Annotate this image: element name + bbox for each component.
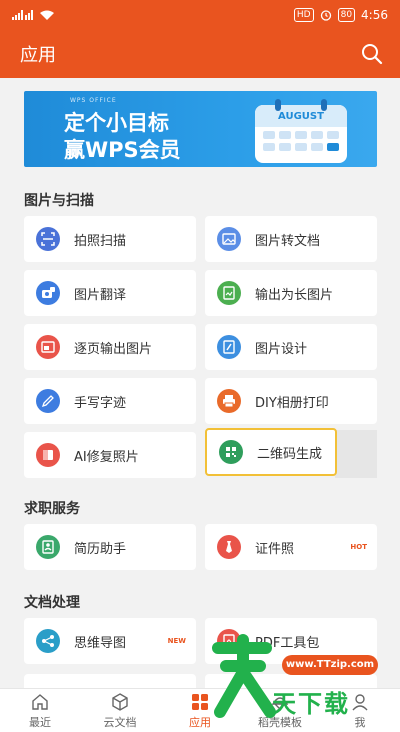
tool-mindmap[interactable]: 思维导图 NEW bbox=[24, 618, 196, 664]
tool-qrcode[interactable]: 二维码生成 bbox=[205, 428, 337, 476]
tool-resume[interactable]: 简历助手 bbox=[24, 524, 196, 570]
calendar-grid-icon bbox=[263, 131, 339, 151]
qrcode-icon bbox=[219, 440, 243, 464]
tool-album-print[interactable]: DIY相册打印 bbox=[205, 378, 377, 424]
tool-scan[interactable]: 拍照扫描 bbox=[24, 216, 196, 262]
translate-icon bbox=[36, 281, 60, 305]
tie-icon bbox=[217, 535, 241, 559]
pen-icon bbox=[36, 389, 60, 413]
tool-image-design-label: 图片设计 bbox=[255, 341, 308, 357]
promo-banner[interactable]: WPS OFFICE 定个小目标 赢WPS会员 AUGUST bbox=[24, 91, 377, 167]
tool-handwriting-label: 手写字迹 bbox=[74, 395, 127, 411]
alarm-icon bbox=[320, 10, 331, 21]
tool-mindmap-label: 思维导图 bbox=[74, 635, 127, 651]
tool-image-translate[interactable]: 图片翻译 bbox=[24, 270, 196, 316]
wifi-icon bbox=[40, 10, 54, 20]
status-time: 4:56 bbox=[361, 8, 388, 22]
page-image-icon bbox=[36, 335, 60, 359]
resume-icon bbox=[36, 535, 60, 559]
ai-repair-icon bbox=[36, 443, 60, 467]
search-icon[interactable] bbox=[360, 42, 384, 66]
tool-album-print-label: DIY相册打印 bbox=[255, 395, 329, 411]
tool-scan-label: 拍照扫描 bbox=[74, 233, 127, 249]
tool-id-photo-label: 证件照 bbox=[255, 541, 295, 557]
nav-recent-label: 最近 bbox=[29, 715, 51, 729]
scan-icon bbox=[36, 227, 60, 251]
watermark-text: 天下载 bbox=[272, 690, 350, 718]
mindmap-icon bbox=[36, 629, 60, 653]
app-list: WPS OFFICE 定个小目标 赢WPS会员 AUGUST 图片与扫描 拍照扫… bbox=[0, 78, 400, 688]
calendar-ring-icon bbox=[275, 99, 281, 111]
tool-page-image-label: 逐页输出图片 bbox=[74, 341, 153, 357]
new-badge: NEW bbox=[167, 637, 186, 645]
signal-icon bbox=[12, 10, 33, 20]
tool-long-image-label: 输出为长图片 bbox=[255, 287, 334, 303]
section-title-jobs: 求职服务 bbox=[24, 501, 80, 517]
tool-partial-row[interactable] bbox=[24, 674, 196, 688]
design-icon bbox=[217, 335, 241, 359]
hot-badge: HOT bbox=[350, 543, 367, 551]
calendar-ring-icon bbox=[321, 99, 327, 111]
tool-image-to-doc-label: 图片转文档 bbox=[255, 233, 321, 249]
page-title: 应用 bbox=[20, 45, 56, 66]
printer-icon bbox=[217, 389, 241, 413]
status-bar: HD 80 4:56 bbox=[0, 0, 400, 30]
tool-ai-repair[interactable]: AI修复照片 bbox=[24, 432, 196, 478]
watermark-url: www.TTzip.com bbox=[282, 655, 378, 675]
tool-ai-repair-label: AI修复照片 bbox=[74, 449, 139, 465]
battery-indicator: 80 bbox=[337, 8, 356, 22]
hd-badge: HD bbox=[293, 8, 314, 22]
pressed-highlight bbox=[335, 430, 377, 478]
section-title-docs: 文档处理 bbox=[24, 595, 80, 611]
cube-icon bbox=[112, 692, 128, 711]
banner-small-text: WPS OFFICE bbox=[70, 97, 117, 104]
nav-recent[interactable]: 最近 bbox=[0, 689, 80, 732]
tool-image-to-doc[interactable]: 图片转文档 bbox=[205, 216, 377, 262]
tool-handwriting[interactable]: 手写字迹 bbox=[24, 378, 196, 424]
status-left bbox=[12, 10, 54, 20]
tool-image-design[interactable]: 图片设计 bbox=[205, 324, 377, 370]
banner-line1: 定个小目标 bbox=[64, 111, 169, 135]
tool-image-translate-label: 图片翻译 bbox=[74, 287, 127, 303]
grid-icon bbox=[192, 693, 208, 710]
calendar-month: AUGUST bbox=[255, 105, 347, 127]
tool-id-photo[interactable]: 证件照 HOT bbox=[205, 524, 377, 570]
nav-cloud-label: 云文档 bbox=[103, 715, 137, 729]
tool-resume-label: 简历助手 bbox=[74, 541, 127, 557]
section-title-images: 图片与扫描 bbox=[24, 193, 94, 209]
calendar-illustration: AUGUST bbox=[255, 99, 347, 163]
home-icon bbox=[32, 693, 48, 710]
image-doc-icon bbox=[217, 227, 241, 251]
tool-page-image[interactable]: 逐页输出图片 bbox=[24, 324, 196, 370]
nav-apps-label: 应用 bbox=[189, 715, 211, 729]
status-right: HD 80 4:56 bbox=[293, 8, 388, 22]
app-header: 应用 bbox=[0, 30, 400, 78]
tool-qrcode-label: 二维码生成 bbox=[257, 446, 323, 462]
long-image-icon bbox=[217, 281, 241, 305]
banner-line2: 赢WPS会员 bbox=[64, 138, 181, 162]
tool-long-image[interactable]: 输出为长图片 bbox=[205, 270, 377, 316]
nav-cloud[interactable]: 云文档 bbox=[80, 689, 160, 732]
